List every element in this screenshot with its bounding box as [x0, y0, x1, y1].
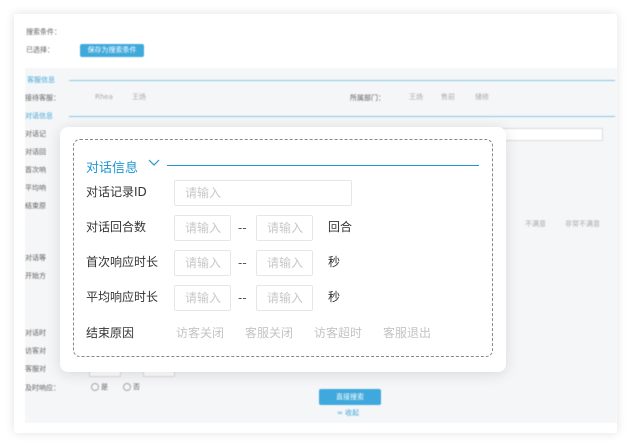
timely-no-radio[interactable]: 否	[123, 383, 140, 392]
dialog-info-title-bg[interactable]: 对话信息	[25, 112, 53, 121]
first-response-from-input[interactable]: 请输入	[174, 250, 231, 276]
operator-wang[interactable]: 王炀	[132, 93, 146, 102]
agent-info-divider	[69, 80, 615, 81]
record-id-input-bg[interactable]	[501, 128, 603, 141]
section-divider	[167, 165, 479, 166]
rounds-label: 对话回合数	[86, 220, 147, 234]
row-label-4: 平均响	[25, 184, 46, 192]
extra-label-2: 开始方	[25, 272, 46, 280]
radio-circle-icon	[91, 383, 99, 391]
satisfaction-very-unsatisfied[interactable]: 非常不满意	[565, 220, 600, 229]
dialog-info-title[interactable]: 对话信息	[86, 157, 138, 176]
department-presale[interactable]: 售前	[441, 93, 455, 102]
first-response-separator: --	[238, 256, 247, 270]
row-label-2: 对话回	[25, 148, 46, 156]
row-label-3: 首次响	[25, 166, 46, 174]
end-reason-agent-closed[interactable]: 客服关闭	[245, 325, 293, 341]
avg-response-from-input[interactable]: 请输入	[174, 285, 231, 311]
lower-label-1: 对话时	[25, 329, 46, 337]
end-reason-agent-exit[interactable]: 客服退出	[383, 325, 431, 341]
first-response-label: 首次响应时长	[86, 255, 159, 269]
extra-label-1: 对话等	[25, 254, 46, 262]
first-response-to-input[interactable]: 请输入	[256, 250, 313, 276]
satisfaction-unsatisfied[interactable]: 不满意	[525, 220, 546, 229]
avg-response-label: 平均响应时长	[86, 290, 159, 304]
search-conditions-label: 搜索条件：	[26, 28, 61, 36]
timely-label: 及时响应：	[25, 384, 60, 392]
collapse-link[interactable]: ≈ 收起	[337, 409, 359, 418]
operator-label: 接待客服：	[25, 94, 60, 102]
timely-yes-radio[interactable]: 是	[91, 383, 108, 392]
lower-label-3: 客服对	[25, 365, 46, 373]
rounds-separator: --	[238, 221, 247, 235]
department-label: 所属部门：	[350, 94, 385, 102]
chevron-down-icon[interactable]	[148, 159, 160, 167]
rounds-to-input[interactable]: 请输入	[256, 215, 313, 241]
end-reason-visitor-closed[interactable]: 访客关闭	[176, 325, 224, 341]
row-label-5: 结束原	[25, 202, 46, 210]
department-wang[interactable]: 王炀	[409, 93, 423, 102]
direct-search-button[interactable]: 直接搜索	[319, 389, 381, 405]
rounds-unit: 回合	[328, 220, 353, 234]
first-response-unit: 秒	[328, 255, 341, 269]
dialog-info-zoom-popup: 对话信息 对话记录ID 请输入 对话回合数 请输入 -- 请输入 回合 首次响应…	[60, 127, 506, 372]
dialog-info-section: 对话信息 对话记录ID 请输入 对话回合数 请输入 -- 请输入 回合 首次响应…	[73, 139, 493, 357]
lower-label-2: 访客对	[25, 347, 46, 355]
agent-info-title[interactable]: 客服信息	[27, 76, 55, 85]
record-id-label: 对话记录ID	[86, 185, 147, 199]
selected-label: 已选择：	[26, 46, 54, 54]
timely-yes-label: 是	[101, 383, 108, 391]
end-reason-label: 结束原因	[86, 326, 135, 340]
avg-response-separator: --	[238, 291, 247, 305]
operator-rhea[interactable]: Rhea	[95, 93, 113, 102]
rounds-from-input[interactable]: 请输入	[174, 215, 231, 241]
avg-response-to-input[interactable]: 请输入	[256, 285, 313, 311]
dialog-info-divider-bg	[69, 116, 615, 117]
department-repair[interactable]: 储修	[475, 93, 489, 102]
end-reason-visitor-timeout[interactable]: 访客超时	[314, 325, 362, 341]
avg-response-unit: 秒	[328, 290, 341, 304]
radio-circle-icon	[123, 383, 131, 391]
row-label-1: 对话记	[25, 130, 46, 138]
timely-no-label: 否	[133, 383, 140, 391]
record-id-input[interactable]: 请输入	[174, 180, 352, 206]
save-condition-button[interactable]: 保存为搜索条件	[80, 44, 144, 57]
